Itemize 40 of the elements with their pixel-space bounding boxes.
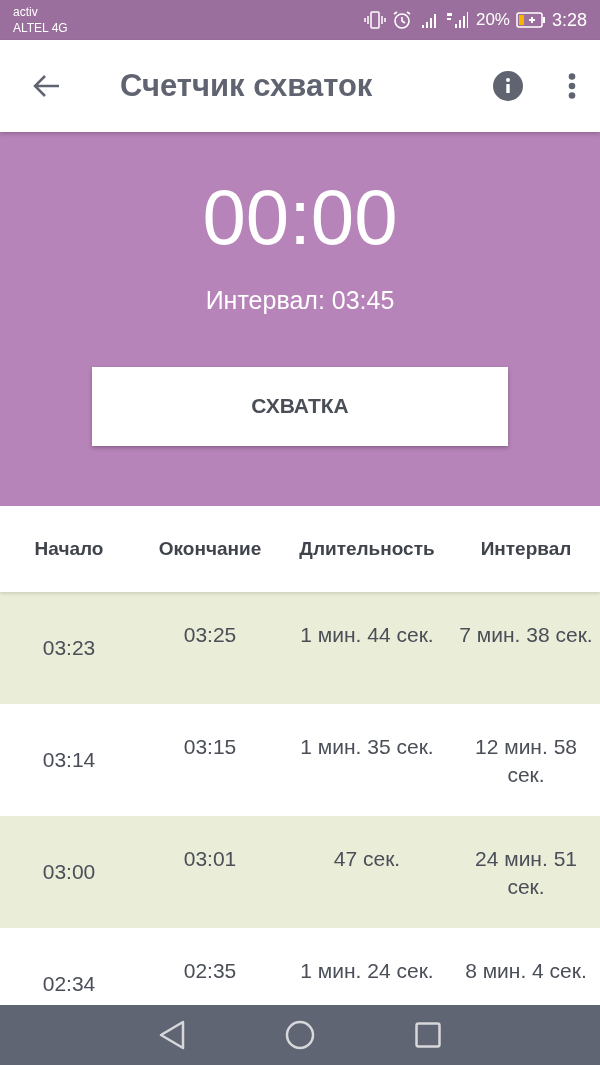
table-cell: 12 мин. 58 сек.	[475, 735, 577, 786]
table-cell: 24 мин. 51 сек.	[475, 847, 577, 898]
table-cell: 8 мин. 4 сек.	[465, 959, 587, 982]
column-header: Окончание	[157, 536, 263, 561]
table-cell-text: 03:14	[42, 747, 96, 773]
table-cell: 03:15	[183, 735, 237, 758]
contraction-button[interactable]: СХВАТКА	[92, 366, 508, 446]
table-cell: 47 сек.	[333, 847, 401, 870]
carrier-name: activ	[13, 4, 39, 20]
clock: 3:28	[551, 8, 587, 32]
table-cell: 7 мин. 38 сек.	[459, 623, 593, 646]
column-header: Начало	[33, 536, 105, 561]
timer-display: 00:00	[202, 172, 398, 262]
table-cell: 1 мин. 24 сек.	[300, 959, 434, 982]
table-cell: 1 мин. 44 сек.	[300, 623, 434, 646]
signal-icon	[445, 11, 470, 29]
table-cell: 1 мин. 35 сек.	[300, 735, 434, 758]
table-cell: 03:01	[183, 847, 237, 870]
interval-label: Интервал: 03:45	[205, 285, 395, 316]
recent-apps-icon[interactable]	[415, 1022, 441, 1048]
back-arrow-icon	[32, 74, 60, 98]
alarm-icon	[391, 10, 412, 30]
column-header: Интервал	[479, 536, 573, 561]
table-row[interactable]: 03:00 03:01 47 сек. 24 мин. 51 сек.	[0, 816, 600, 928]
table-cell-text: 02:34	[42, 971, 96, 997]
network-name: ALTEL 4G	[13, 20, 68, 36]
home-icon[interactable]	[285, 1020, 315, 1050]
info-icon	[493, 71, 523, 101]
back-icon[interactable]	[159, 1020, 185, 1050]
vibrate-icon	[363, 11, 386, 29]
battery-charging-icon	[515, 12, 546, 28]
table-cell: 02:35	[183, 959, 237, 982]
more-vertical-icon	[568, 73, 576, 99]
table-row[interactable]: 03:23 03:25 1 мин. 44 сек. 7 мин. 38 сек.	[0, 592, 600, 704]
column-header: Длительность	[298, 536, 436, 561]
table-cell: 03:25	[183, 623, 237, 646]
battery-percent: 20%	[475, 9, 510, 32]
screen-title: Счетчик схваток	[120, 66, 373, 105]
table-cell-text: 03:00	[42, 859, 96, 885]
table-cell-text: 03:23	[42, 635, 96, 661]
